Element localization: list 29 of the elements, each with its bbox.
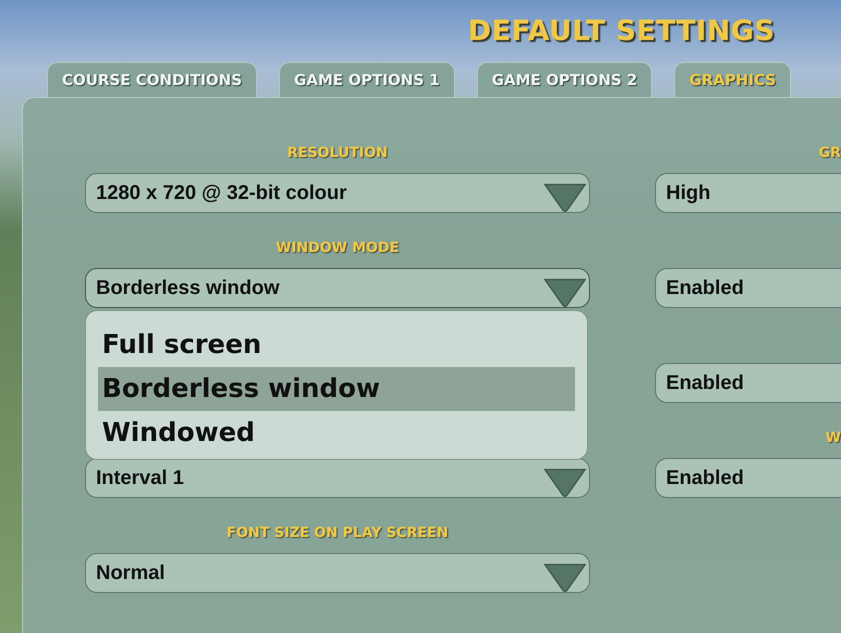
dropdown-value: Normal xyxy=(96,562,165,584)
dropdown-arrow-icon xyxy=(543,561,587,593)
dropdown-field[interactable]: Normal xyxy=(85,553,590,593)
dropdown-field[interactable]: Interval 1 xyxy=(85,458,590,498)
dropdown-value: Interval 1 xyxy=(96,466,184,490)
dropdown-value: 1280 x 720 @ 32-bit colour xyxy=(96,182,347,204)
dropdown-field[interactable]: High xyxy=(655,173,841,213)
setting-label: GR xyxy=(818,144,841,163)
dropdown-option[interactable]: Full screen xyxy=(98,323,575,367)
setting-label: FONT SIZE ON PLAY SCREEN xyxy=(226,524,448,543)
dropdown-value: High xyxy=(666,182,710,204)
dropdown-arrow-icon xyxy=(543,276,587,308)
dropdown-arrow-icon xyxy=(543,466,587,498)
dropdown-field[interactable]: 1280 x 720 @ 32-bit colour xyxy=(85,173,590,213)
dropdown-field[interactable]: Borderless window xyxy=(85,268,590,308)
dropdown-value: Enabled xyxy=(666,466,744,490)
setting-label: WINDOW MODE xyxy=(276,239,400,258)
dropdown-option[interactable]: Windowed xyxy=(98,411,575,455)
dropdown-value: Enabled xyxy=(666,276,744,300)
dropdown-value: Borderless window xyxy=(96,276,280,300)
page-title: DEFAULT SETTINGS xyxy=(468,14,775,49)
dropdown-field[interactable]: Enabled xyxy=(655,268,841,308)
setting-label: RESOLUTION xyxy=(287,144,388,163)
dropdown-value: Enabled xyxy=(666,372,744,394)
dropdown-arrow-icon xyxy=(543,181,587,213)
dropdown-option[interactable]: Borderless window xyxy=(98,367,575,411)
dropdown-field[interactable]: Enabled xyxy=(655,458,841,498)
setting-label: W xyxy=(826,429,841,448)
dropdown-field[interactable]: Enabled xyxy=(655,363,841,403)
